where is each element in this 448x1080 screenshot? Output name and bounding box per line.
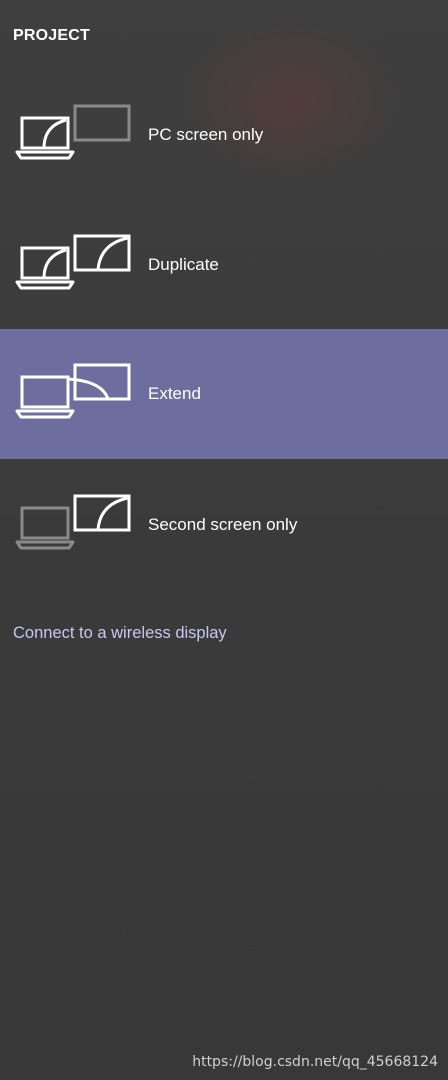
pc-screen-only-icon	[15, 104, 131, 160]
panel-title: PROJECT	[13, 27, 90, 44]
option-label: Second screen only	[148, 515, 298, 534]
option-duplicate[interactable]: Duplicate	[0, 200, 448, 330]
connect-wireless-display-link[interactable]: Connect to a wireless display	[13, 624, 227, 643]
option-label: Duplicate	[148, 255, 219, 274]
extend-icon	[15, 363, 131, 419]
option-second-screen-only[interactable]: Second screen only	[0, 460, 448, 590]
second-screen-only-icon	[15, 494, 131, 550]
watermark: https://blog.csdn.net/qq_45668124	[192, 1054, 438, 1070]
option-extend[interactable]: Extend	[0, 329, 448, 459]
option-pc-screen-only[interactable]: PC screen only	[0, 70, 448, 200]
duplicate-icon	[15, 234, 131, 290]
option-label: Extend	[148, 384, 201, 403]
option-label: PC screen only	[148, 125, 264, 144]
